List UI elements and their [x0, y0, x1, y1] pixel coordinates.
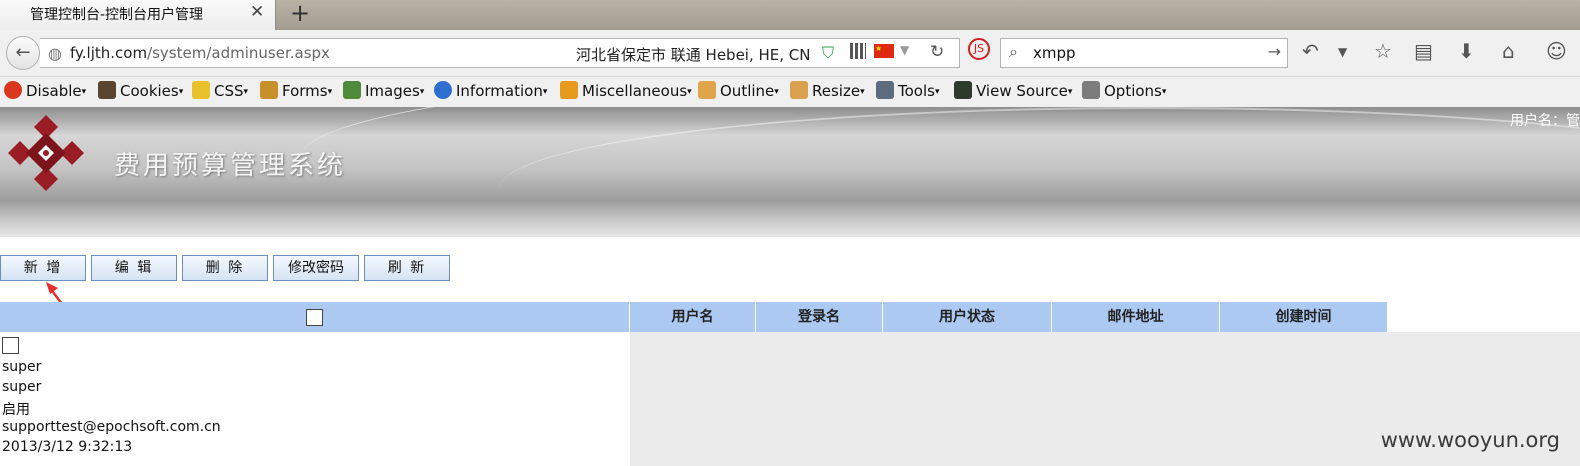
back-arrow-icon: ← [15, 42, 31, 63]
devbar-label: Miscellaneous [582, 82, 688, 100]
row-username: super [2, 359, 42, 375]
browser-tab-active[interactable]: 管理控制台-控制台用户管理 ✕ [0, 0, 276, 30]
url-path: /system/adminuser.aspx [147, 44, 330, 62]
change-password-button[interactable]: 修改密码 [273, 255, 359, 281]
web-developer-toolbar: Disable▾ Cookies▾ CSS▾ Forms▾ Images▾ In… [0, 77, 1580, 108]
smiley-icon[interactable]: ☺ [1546, 39, 1567, 63]
grid-header: 用户名 登录名 用户状态 邮件地址 创建时间 [0, 302, 1387, 332]
search-go-icon[interactable]: → [1268, 42, 1281, 61]
reading-list-icon[interactable]: ▤ [1414, 39, 1433, 63]
resize-icon [790, 81, 808, 99]
search-box[interactable]: ⌕ xmpp → [1000, 38, 1288, 68]
devbar-label: Information [456, 82, 543, 100]
devbar-label: CSS [214, 82, 244, 100]
devbar-label: Options [1104, 82, 1162, 100]
devbar-item-tools[interactable]: Tools▾ [876, 81, 939, 100]
china-flag-icon[interactable]: ★ [874, 44, 894, 58]
qr-code-icon[interactable] [850, 43, 866, 59]
system-title: 费用预算管理系统 [114, 151, 347, 181]
devbar-label: Forms [282, 82, 328, 100]
outline-icon [698, 81, 716, 99]
devbar-item-cookies[interactable]: Cookies▾ [98, 81, 183, 100]
devbar-item-information[interactable]: Information▾ [434, 81, 547, 100]
devbar-item-disable[interactable]: Disable▾ [4, 81, 86, 100]
column-header-status[interactable]: 用户状态 [883, 302, 1052, 332]
options-icon [1082, 81, 1100, 99]
row-email: supporttest@epochsoft.com.cn [2, 419, 221, 435]
devbar-label: Disable [26, 82, 82, 100]
information-icon [434, 81, 452, 99]
view-source-icon [954, 81, 972, 99]
table-row[interactable]: super super 启用 supporttest@epochsoft.com… [0, 332, 630, 466]
devbar-item-forms[interactable]: Forms▾ [260, 81, 332, 100]
history-back-icon[interactable]: ↶ [1302, 39, 1319, 63]
devbar-label: Images [365, 82, 420, 100]
column-header-login[interactable]: 登录名 [756, 302, 883, 332]
forms-icon [260, 81, 278, 99]
company-logo [8, 115, 84, 191]
download-icon[interactable]: ⬇ [1458, 39, 1475, 63]
row-status: 启用 [2, 402, 30, 418]
noscript-icon[interactable]: JS [968, 38, 990, 60]
tools-icon [876, 81, 894, 99]
browser-tabstrip: 管理控制台-控制台用户管理 ✕ + [0, 0, 1580, 30]
devbar-label: Cookies [120, 82, 179, 100]
watermark: www.wooyun.org [1380, 428, 1560, 452]
devbar-label: Outline [720, 82, 775, 100]
select-all-cell [0, 302, 630, 332]
cookies-icon [98, 81, 116, 99]
geo-location-text: 河北省保定市 联通 Hebei, HE, CN [576, 46, 811, 64]
home-icon[interactable]: ⌂ [1502, 39, 1515, 63]
row-checkbox[interactable] [2, 337, 19, 354]
url-text: fy.ljth.com/system/adminuser.aspx [70, 44, 330, 62]
devbar-item-css[interactable]: CSS▾ [192, 81, 248, 100]
globe-icon: ◍ [48, 44, 62, 63]
current-user-label: 用户名：管 [1510, 113, 1580, 129]
search-input[interactable]: xmpp [1033, 44, 1076, 62]
close-tab-icon[interactable]: ✕ [250, 2, 264, 22]
devbar-item-options[interactable]: Options▾ [1082, 81, 1166, 100]
address-bar[interactable]: ◍ fy.ljth.com/system/adminuser.aspx 河北省保… [40, 38, 960, 68]
search-icon: ⌕ [1009, 42, 1018, 61]
url-host: fy.ljth.com [70, 44, 148, 62]
web-page: 费用预算管理系统 用户名：管 新 增 编 辑 删 除 修改密码 刷 新 用户名 … [0, 107, 1580, 466]
app-banner: 费用预算管理系统 用户名：管 [0, 107, 1580, 237]
add-button[interactable]: 新 增 [0, 255, 86, 281]
devbar-item-resize[interactable]: Resize▾ [790, 81, 865, 100]
refresh-button[interactable]: 刷 新 [364, 255, 450, 281]
row-created: 2013/3/12 9:32:13 [2, 439, 133, 455]
devbar-label: Resize [812, 82, 861, 100]
column-header-username[interactable]: 用户名 [630, 302, 756, 332]
css-icon [192, 81, 210, 99]
miscellaneous-icon [560, 81, 578, 99]
dropdown-triangle-icon[interactable]: ▼ [900, 43, 909, 57]
edit-button[interactable]: 编 辑 [91, 255, 177, 281]
devbar-item-outline[interactable]: Outline▾ [698, 81, 779, 100]
devbar-item-images[interactable]: Images▾ [343, 81, 424, 100]
delete-button[interactable]: 删 除 [182, 255, 268, 281]
reload-icon[interactable]: ↻ [930, 42, 944, 62]
back-button[interactable]: ← [6, 36, 40, 70]
disable-icon [4, 81, 22, 99]
devbar-label: Tools [898, 82, 935, 100]
history-dropdown-icon[interactable]: ▼ [1338, 45, 1347, 59]
column-header-email[interactable]: 邮件地址 [1052, 302, 1220, 332]
devbar-item-miscellaneous[interactable]: Miscellaneous▾ [560, 81, 692, 100]
new-tab-button[interactable]: + [290, 0, 310, 27]
devbar-item-view-source[interactable]: View Source▾ [954, 81, 1072, 100]
bookmark-star-icon[interactable]: ☆ [1374, 39, 1392, 63]
select-all-checkbox[interactable] [306, 308, 323, 326]
devbar-label: View Source [976, 82, 1068, 100]
row-login: super [2, 379, 42, 395]
tab-title: 管理控制台-控制台用户管理 [30, 7, 204, 23]
shield-icon[interactable]: ⛉ [822, 43, 834, 63]
images-icon [343, 81, 361, 99]
column-header-created[interactable]: 创建时间 [1220, 302, 1387, 332]
